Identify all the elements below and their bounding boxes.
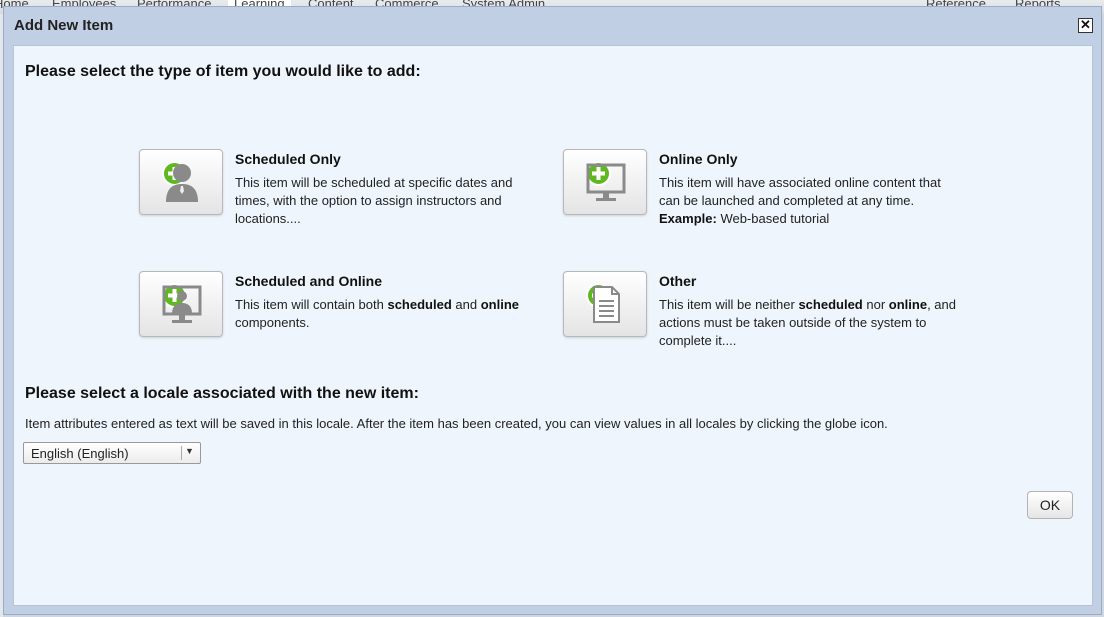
ok-button[interactable]: OK (1027, 491, 1073, 519)
desc-text: nor (866, 297, 886, 312)
type-section-heading: Please select the type of item you would… (25, 63, 421, 80)
desc-text: and (455, 297, 478, 312)
chevron-down-icon[interactable]: ▼ (185, 446, 194, 456)
person-monitor-icon (162, 285, 202, 323)
desc-text: This item will contain both (235, 297, 384, 312)
add-new-item-dialog: Add New Item ✕ Please select the type of… (3, 6, 1102, 615)
scheduled-and-online-description: This item will contain both scheduled an… (235, 296, 535, 332)
desc-bold-online: online (888, 297, 928, 312)
desc-text: This item will be neither (659, 297, 795, 312)
scheduled-only-description: This item will be scheduled at specific … (235, 175, 513, 226)
online-only-example-label: Example: (659, 211, 717, 226)
scheduled-and-online-title[interactable]: Scheduled and Online (235, 273, 382, 289)
scheduled-only-tile[interactable] (139, 149, 223, 215)
desc-bold-scheduled: scheduled (798, 297, 863, 312)
select-divider (181, 446, 182, 460)
scheduled-and-online-tile[interactable] (139, 271, 223, 337)
other-description: This item will be neither scheduled nor … (659, 296, 969, 350)
person-icon (166, 164, 198, 202)
online-only-tile[interactable] (563, 149, 647, 215)
dialog-title: Add New Item (14, 17, 114, 34)
locale-section-heading: Please select a locale associated with t… (25, 385, 419, 402)
locale-select-value: English (English) (31, 446, 129, 461)
other-tile[interactable] (563, 271, 647, 337)
desc-bold-scheduled: scheduled (387, 297, 452, 312)
online-only-example-value: Web-based tutorial (720, 211, 830, 226)
document-icon (593, 286, 620, 323)
other-title[interactable]: Other (659, 273, 696, 289)
desc-text: components. (235, 315, 310, 330)
online-only-description: This item will have associated online co… (659, 174, 959, 228)
dialog-body: Please select the type of item you would… (13, 45, 1093, 606)
close-icon[interactable]: ✕ (1078, 18, 1093, 33)
locale-select[interactable]: English (English) ▼ (23, 442, 201, 464)
locale-note: Item attributes entered as text will be … (25, 416, 888, 431)
desc-bold-online: online (480, 297, 519, 312)
online-only-title[interactable]: Online Only (659, 151, 738, 167)
online-only-desc-text: This item will have associated online co… (659, 175, 941, 208)
monitor-icon (586, 163, 626, 201)
scheduled-only-title[interactable]: Scheduled Only (235, 151, 341, 167)
